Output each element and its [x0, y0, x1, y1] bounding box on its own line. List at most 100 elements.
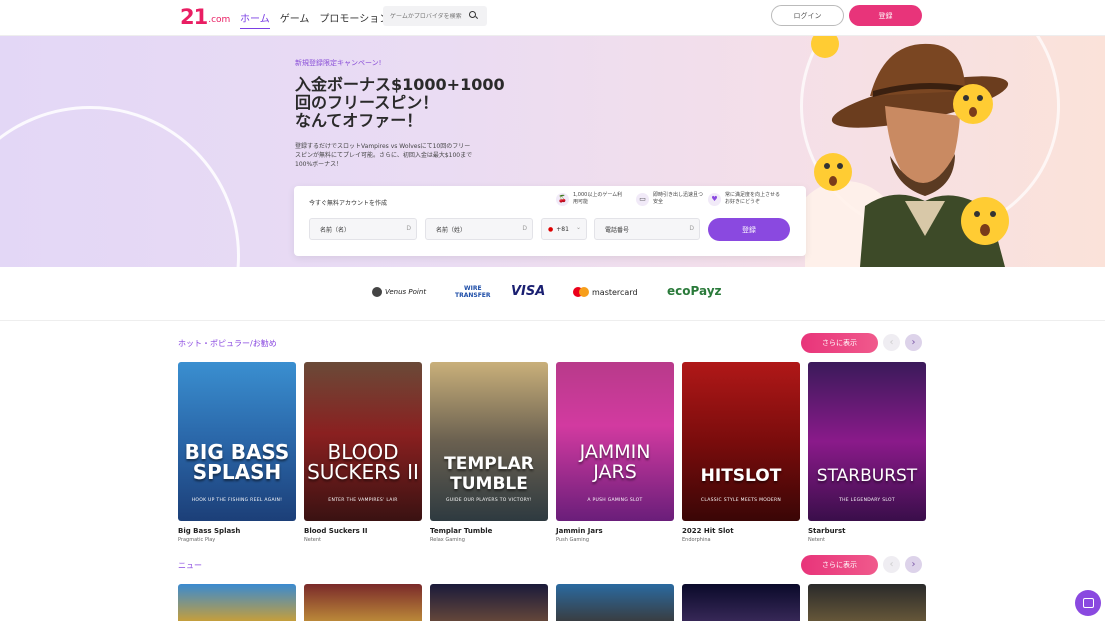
game-art-tagline: THE LEGENDARY SLOT — [839, 498, 895, 503]
field-icon: D — [406, 225, 411, 232]
japan-flag-icon: ● — [548, 225, 554, 233]
site-logo[interactable]: 21 .com — [180, 6, 230, 28]
game-art-title: HITSLOT — [700, 466, 782, 486]
signup-submit-button[interactable]: 登録 — [708, 218, 790, 241]
game-thumbnail[interactable] — [430, 584, 548, 621]
game-title[interactable]: 2022 Hit Slot — [682, 527, 800, 535]
login-button[interactable]: ログイン — [771, 5, 844, 26]
game-art-title: BLOOD SUCKERS II — [307, 440, 419, 484]
chevron-right-icon[interactable]: › — [905, 334, 922, 351]
search-input[interactable] — [383, 12, 469, 20]
game-thumbnail[interactable]: STARBURST THE LEGENDARY SLOT — [808, 362, 926, 521]
feature-text: 1,000以上のゲーム利用可能 — [573, 192, 623, 205]
country-code-select[interactable]: ● +81 ⌄ — [541, 218, 587, 240]
game-title[interactable]: Big Bass Splash — [178, 527, 296, 535]
first-name-placeholder: 名前（名） — [320, 226, 351, 234]
nav-games[interactable]: ゲーム — [280, 10, 310, 29]
game-art-tagline: CLASSIC STYLE MEETS MODERN — [700, 498, 782, 503]
game-thumbnail[interactable]: JAMMIN JARS A PUSH GAMING SLOT — [556, 362, 674, 521]
game-card[interactable]: BIG BASS SPLASH HOOK UP THE FISHING REEL… — [178, 362, 296, 543]
field-icon: D — [689, 225, 694, 232]
game-thumbnail[interactable]: HITSLOT CLASSIC STYLE MEETS MODERN — [682, 362, 800, 521]
game-provider: Netent — [808, 537, 825, 543]
game-thumbnail[interactable]: BIG BASS SPLASH HOOK UP THE FISHING REEL… — [178, 362, 296, 521]
game-card[interactable]: JAMMIN JARS A PUSH GAMING SLOT Jammin Ja… — [556, 362, 674, 543]
hero-title: 入金ボーナス$1000+1000 回のフリースピン！ なんてオファー！ — [295, 75, 505, 130]
heart-icon: ♥ — [708, 192, 721, 206]
cherry-icon: 🍒 — [556, 192, 569, 206]
game-thumbnail[interactable] — [304, 584, 422, 621]
hero-banner: 新規登録限定キャンペーン! 入金ボーナス$1000+1000 回のフリースピン！… — [0, 36, 1105, 267]
feature-withdraw: ▭ 即時引き出し迅速且つ安全 — [636, 192, 703, 206]
nav-home[interactable]: ホーム — [240, 10, 270, 29]
game-thumbnail[interactable] — [556, 584, 674, 621]
show-more-button[interactable]: さらに表示 — [801, 555, 878, 575]
chevron-right-icon[interactable]: › — [905, 556, 922, 573]
phone-field[interactable]: 電話番号 D — [594, 218, 700, 240]
game-art-tagline: ENTER THE VAMPIRES' LAIR — [328, 498, 398, 503]
game-provider: Endorphina — [682, 537, 711, 543]
game-card[interactable]: STARBURST THE LEGENDARY SLOT Starburst N… — [808, 362, 926, 543]
wire-transfer-logo: WIRE TRANSFER — [455, 285, 491, 299]
game-thumbnail[interactable]: BLOOD SUCKERS II ENTER THE VAMPIRES' LAI… — [304, 362, 422, 521]
nav-links: ホーム ゲーム プロモーション — [240, 10, 389, 29]
first-name-field[interactable]: 名前（名） D — [309, 218, 417, 240]
game-thumbnail[interactable] — [682, 584, 800, 621]
new-games-row — [178, 584, 926, 621]
game-art-tagline: A PUSH GAMING SLOT — [587, 498, 643, 503]
game-card[interactable]: BLOOD SUCKERS II ENTER THE VAMPIRES' LAI… — [304, 362, 422, 543]
chevron-left-icon[interactable]: ‹ — [883, 334, 900, 351]
last-name-field[interactable]: 名前（姓） D — [425, 218, 533, 240]
section-title-new: ニュー — [178, 561, 202, 570]
game-title[interactable]: Templar Tumble — [430, 527, 548, 535]
chat-button[interactable] — [1075, 590, 1101, 616]
show-more-button[interactable]: さらに表示 — [801, 333, 878, 353]
search-icon[interactable] — [469, 11, 479, 21]
game-thumbnail[interactable]: TEMPLAR TUMBLE GUIDE OUR PLAYERS TO VICT… — [430, 362, 548, 521]
hot-games-row: BIG BASS SPLASH HOOK UP THE FISHING REEL… — [178, 362, 926, 543]
cowboy-character-illustration — [805, 36, 1009, 267]
chevron-left-icon[interactable]: ‹ — [883, 556, 900, 573]
game-provider: Push Gaming — [556, 537, 590, 543]
game-card[interactable]: HITSLOT CLASSIC STYLE MEETS MODERN 2022 … — [682, 362, 800, 543]
section-title-hot: ホット・ポピュラー/お勧め — [178, 339, 277, 348]
decorative-arc — [0, 106, 240, 267]
game-art-tagline: GUIDE OUR PLAYERS TO VICTORY! — [446, 498, 532, 503]
game-art-title: STARBURST — [816, 466, 918, 486]
search-box — [383, 6, 487, 26]
last-name-placeholder: 名前（姓） — [436, 226, 467, 234]
feature-satisfaction: ♥ 常に満足度を向上させるお好きにどうぞ — [708, 192, 783, 206]
signup-label: 今すぐ無料アカウントを作成 — [309, 200, 388, 207]
visa-logo: VISA — [511, 284, 546, 299]
feature-text: 常に満足度を向上させるお好きにどうぞ — [725, 192, 781, 205]
hero-description: 登録するだけでスロットVampires vs Wolvesにて10回のフリースピ… — [295, 143, 473, 168]
phone-placeholder: 電話番号 — [605, 226, 630, 234]
game-title[interactable]: Blood Suckers II — [304, 527, 422, 535]
game-provider: Pragmatic Play — [178, 537, 216, 543]
top-nav: 21 .com ホーム ゲーム プロモーション ログイン 登録 — [0, 0, 1105, 36]
game-art-title: TEMPLAR TUMBLE — [444, 454, 534, 494]
game-title[interactable]: Starburst — [808, 527, 926, 535]
game-art-title: BIG BASS SPLASH — [184, 440, 290, 484]
game-thumbnail[interactable] — [178, 584, 296, 621]
hero-tag: 新規登録限定キャンペーン! — [295, 59, 382, 67]
game-provider: Netent — [304, 537, 321, 543]
nav-promotions[interactable]: プロモーション — [319, 10, 389, 29]
chevron-down-icon: ⌄ — [575, 224, 581, 231]
country-code: +81 — [556, 225, 569, 233]
game-title[interactable]: Jammin Jars — [556, 527, 674, 535]
mastercard-logo: mastercard — [573, 287, 638, 297]
logo-number: 21 — [180, 5, 208, 29]
game-provider: Relax Gaming — [430, 537, 465, 543]
game-card[interactable]: TEMPLAR TUMBLE GUIDE OUR PLAYERS TO VICT… — [430, 362, 548, 543]
register-button[interactable]: 登録 — [849, 5, 922, 26]
game-thumbnail[interactable] — [808, 584, 926, 621]
game-art-tagline: HOOK UP THE FISHING REEL AGAIN! — [191, 498, 283, 503]
payment-name: mastercard — [592, 287, 638, 297]
ecopayz-logo: ecoPayz — [667, 284, 722, 298]
payment-methods: Venus Point WIRE TRANSFER VISA mastercar… — [0, 267, 1105, 321]
game-art-title: JAMMIN JARS — [579, 441, 651, 483]
chat-icon — [1082, 598, 1094, 608]
venus-point-logo: Venus Point — [372, 287, 426, 297]
field-icon: D — [522, 225, 527, 232]
